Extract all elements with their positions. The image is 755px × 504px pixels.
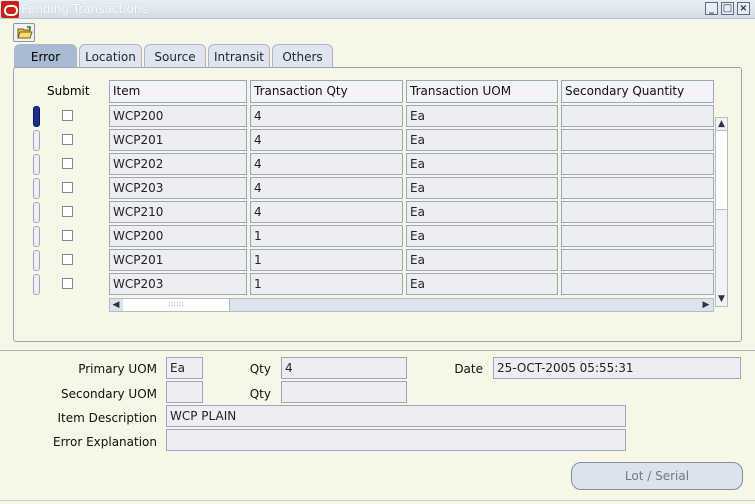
secondary-uom-field[interactable] bbox=[166, 381, 203, 403]
secondary-qty-field[interactable] bbox=[281, 381, 407, 403]
folder-open-icon bbox=[17, 26, 33, 39]
primary-uom-label: Primary UOM bbox=[78, 362, 157, 376]
error-explanation-label: Error Explanation bbox=[53, 435, 157, 449]
item-cell[interactable]: WCP203 bbox=[109, 273, 247, 295]
secondary-quantity-cell[interactable] bbox=[561, 201, 714, 223]
row-selector-current[interactable] bbox=[33, 106, 40, 127]
transaction-qty-cell[interactable]: 4 bbox=[250, 153, 403, 175]
date-label: Date bbox=[454, 362, 483, 376]
error-explanation-field[interactable] bbox=[166, 429, 626, 451]
submit-checkbox[interactable] bbox=[62, 158, 73, 169]
column-header-secondary-quantity: Secondary Quantity bbox=[561, 80, 714, 103]
tab-source[interactable]: Source bbox=[144, 44, 206, 68]
transaction-uom-cell[interactable]: Ea bbox=[406, 129, 558, 151]
transaction-qty-cell[interactable]: 1 bbox=[250, 249, 403, 271]
secondary-uom-label: Secondary UOM bbox=[61, 387, 157, 401]
transaction-qty-cell[interactable]: 1 bbox=[250, 225, 403, 247]
scroll-right-arrow-icon[interactable]: ▶ bbox=[700, 299, 712, 311]
transaction-qty-cell[interactable]: 1 bbox=[250, 273, 403, 295]
secondary-quantity-cell[interactable] bbox=[561, 105, 714, 127]
tab-intransit[interactable]: Intransit bbox=[208, 44, 270, 68]
qty-field[interactable]: 4 bbox=[281, 357, 407, 379]
transaction-uom-cell[interactable]: Ea bbox=[406, 105, 558, 127]
transaction-uom-cell[interactable]: Ea bbox=[406, 225, 558, 247]
transaction-uom-cell[interactable]: Ea bbox=[406, 273, 558, 295]
item-cell[interactable]: WCP210 bbox=[109, 201, 247, 223]
submit-checkbox[interactable] bbox=[62, 134, 73, 145]
transaction-uom-cell[interactable]: Ea bbox=[406, 177, 558, 199]
transaction-qty-cell[interactable]: 4 bbox=[250, 201, 403, 223]
secondary-qty-label: Qty bbox=[249, 387, 271, 401]
transaction-qty-cell[interactable]: 4 bbox=[250, 105, 403, 127]
item-cell[interactable]: WCP200 bbox=[109, 225, 247, 247]
column-header-item: Item bbox=[109, 80, 247, 103]
item-cell[interactable]: WCP202 bbox=[109, 153, 247, 175]
secondary-quantity-cell[interactable] bbox=[561, 273, 714, 295]
item-cell[interactable]: WCP200 bbox=[109, 105, 247, 127]
transaction-qty-cell[interactable]: 4 bbox=[250, 129, 403, 151]
column-header-transaction-uom: Transaction UOM bbox=[406, 80, 558, 103]
secondary-quantity-cell[interactable] bbox=[561, 249, 714, 271]
row-selector[interactable] bbox=[33, 154, 40, 175]
close-icon[interactable]: × bbox=[737, 2, 750, 15]
row-selector[interactable] bbox=[33, 226, 40, 247]
submit-checkbox[interactable] bbox=[62, 278, 73, 289]
bottom-border bbox=[0, 500, 755, 501]
lot-serial-button[interactable]: Lot / Serial bbox=[571, 462, 743, 490]
secondary-quantity-cell[interactable] bbox=[561, 153, 714, 175]
horizontal-scroll-thumb[interactable]: ∷∷∷ bbox=[123, 299, 230, 311]
transaction-qty-cell[interactable]: 4 bbox=[250, 177, 403, 199]
window-title: Pending Transactions bbox=[21, 2, 148, 16]
folder-open-button[interactable] bbox=[13, 23, 35, 42]
submit-checkbox[interactable] bbox=[62, 230, 73, 241]
transaction-uom-cell[interactable]: Ea bbox=[406, 249, 558, 271]
secondary-quantity-cell[interactable] bbox=[561, 129, 714, 151]
submit-checkbox[interactable] bbox=[62, 254, 73, 265]
secondary-quantity-cell[interactable] bbox=[561, 177, 714, 199]
transaction-uom-cell[interactable]: Ea bbox=[406, 201, 558, 223]
scroll-up-arrow-icon[interactable]: ▲ bbox=[716, 118, 727, 130]
oracle-app-icon[interactable] bbox=[1, 1, 19, 18]
column-header-transaction-qty: Transaction Qty bbox=[250, 80, 403, 103]
tab-others[interactable]: Others bbox=[272, 44, 333, 68]
maximize-icon[interactable]: □ bbox=[721, 2, 734, 15]
vertical-scroll-thumb[interactable] bbox=[715, 130, 728, 210]
submit-column-header: Submit bbox=[47, 84, 90, 98]
row-selector[interactable] bbox=[33, 202, 40, 223]
submit-checkbox[interactable] bbox=[62, 182, 73, 193]
tab-error[interactable]: Error bbox=[14, 44, 77, 68]
date-field[interactable]: 25-OCT-2005 05:55:31 bbox=[493, 357, 741, 379]
submit-checkbox[interactable] bbox=[62, 206, 73, 217]
row-selector[interactable] bbox=[33, 274, 40, 295]
item-cell[interactable]: WCP203 bbox=[109, 177, 247, 199]
secondary-quantity-cell[interactable] bbox=[561, 225, 714, 247]
item-cell[interactable]: WCP201 bbox=[109, 249, 247, 271]
item-description-label: Item Description bbox=[57, 411, 157, 425]
primary-uom-field[interactable]: Ea bbox=[166, 357, 203, 379]
qty-label: Qty bbox=[249, 362, 271, 376]
tab-location[interactable]: Location bbox=[79, 44, 142, 68]
transaction-uom-cell[interactable]: Ea bbox=[406, 153, 558, 175]
section-divider bbox=[0, 350, 755, 351]
row-selector[interactable] bbox=[33, 130, 40, 151]
row-selector[interactable] bbox=[33, 250, 40, 271]
minimize-icon[interactable]: _ bbox=[705, 2, 718, 15]
item-cell[interactable]: WCP201 bbox=[109, 129, 247, 151]
submit-checkbox[interactable] bbox=[62, 110, 73, 121]
row-selector[interactable] bbox=[33, 178, 40, 199]
item-description-field[interactable]: WCP PLAIN bbox=[166, 405, 626, 427]
scroll-down-arrow-icon[interactable]: ▼ bbox=[716, 293, 727, 305]
scroll-left-arrow-icon[interactable]: ◀ bbox=[110, 299, 122, 311]
